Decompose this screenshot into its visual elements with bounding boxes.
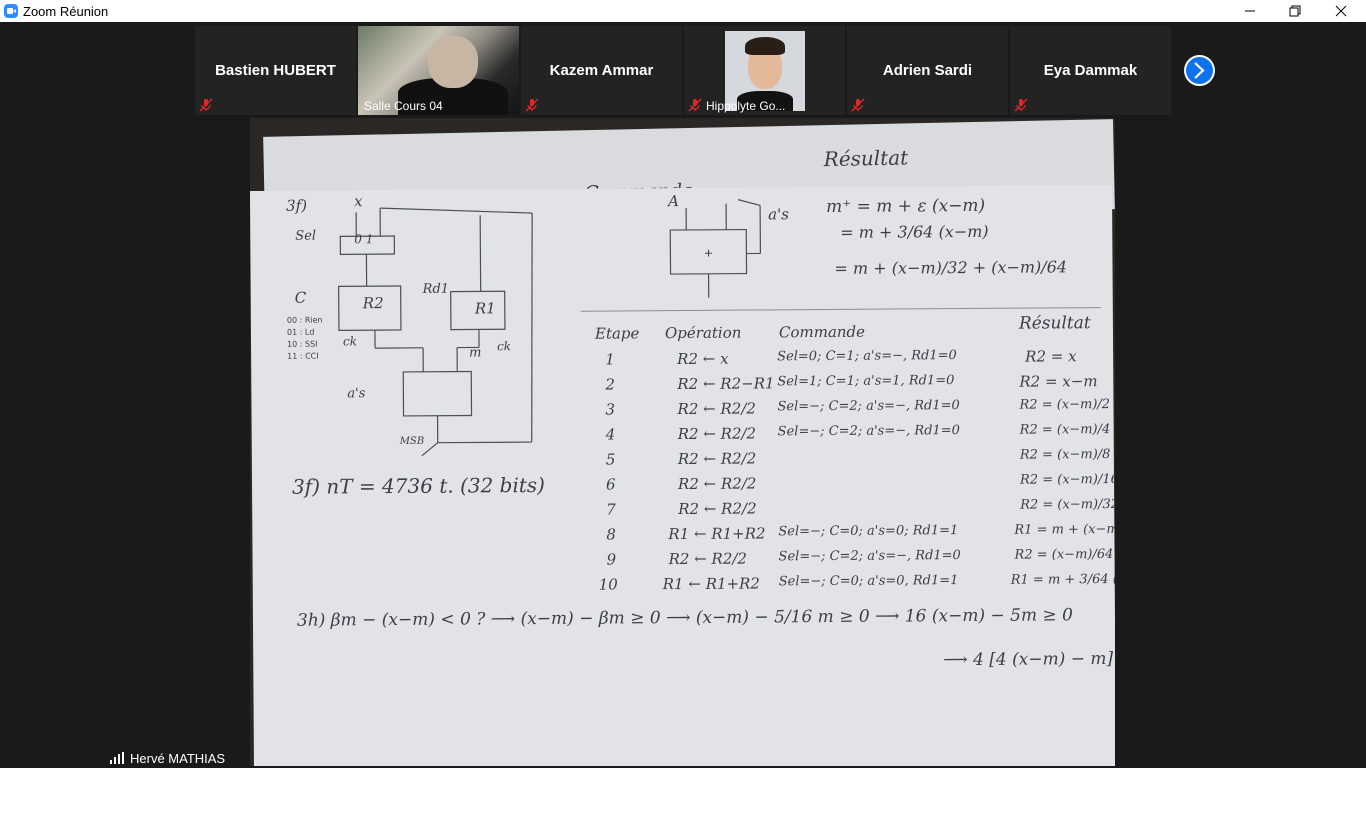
note-ck2: ck [497,339,512,354]
muted-mic-icon [1014,98,1028,112]
note-r2: R2 [362,294,384,313]
note-c: C [294,288,307,307]
close-icon [1335,5,1347,17]
title-bar: Zoom Réunion [0,0,1366,22]
circuit-diagram [338,207,533,457]
note-formula3: = m + (x−m)/32 + (x−m)/64 [834,257,1068,278]
minimize-button[interactable] [1227,0,1273,22]
table-header-resultat: Résultat [1018,313,1091,334]
svg-text:+: + [704,245,712,261]
participant-tile[interactable]: Salle Cours 04 [358,26,519,115]
participant-tile[interactable]: Eya Dammak [1010,26,1171,115]
shared-screen: Commande Résultat [250,118,1115,766]
note-formula1: m⁺ = m + ε (x−m) [826,195,986,217]
note-q3f: 3f) [286,196,308,215]
restore-icon [1289,5,1301,17]
table-header-operation: Opération [664,323,742,343]
note-mux: 0 1 [354,232,374,247]
muted-mic-icon [525,98,539,112]
note-msb: MSB [399,435,425,447]
note-q3f-result: 3f) nT = 4736 t. (32 bits) [291,472,546,499]
note-adder-as: a's [768,205,789,224]
participant-name: Hippolyte Go... [706,99,786,113]
participant-name: Adrien Sardi [882,62,973,79]
muted-mic-icon [199,98,213,112]
chevron-right-icon [1194,62,1205,79]
minimize-icon [1245,10,1255,12]
participant-strip: Bastien HUBERT Salle Cours 04 Kazem Amma… [195,26,1215,115]
signal-strength-icon [110,752,124,764]
participant-tile[interactable]: Kazem Ammar [521,26,682,115]
participant-name: Eya Dammak [1043,62,1138,79]
note-as: a's [347,386,366,402]
note-ck: ck [342,334,358,349]
table-header-etape: Etape [594,324,640,343]
participant-name: Salle Cours 04 [364,99,443,113]
participant-tile[interactable]: Bastien HUBERT [195,26,356,115]
participant-tile[interactable]: Adrien Sardi [847,26,1008,115]
note-x: x [353,192,363,211]
table-header-commande: Commande [778,322,866,342]
participant-name: Bastien HUBERT [215,62,336,79]
note-m: m [469,345,482,361]
note-codes: 00 : Rien 01 : Ld 10 : SSI 11 : CCI [286,315,323,361]
next-page-button[interactable] [1184,55,1215,86]
note-adder-a: A [667,192,679,211]
note-r1: R1 [474,299,496,318]
meeting-area: Bastien HUBERT Salle Cours 04 Kazem Amma… [0,22,1366,768]
active-speaker-label: Hervé MATHIAS [105,748,231,768]
notes-paper: 3f) x Sel 0 1 C R2 R1 Rd1 ck ck m a's MS… [250,184,1115,766]
muted-mic-icon [851,98,865,112]
window-title: Zoom Réunion [23,4,109,19]
muted-mic-icon [688,98,702,112]
close-button[interactable] [1318,0,1364,22]
note-formula2: = m + 3/64 (x−m) [840,221,989,242]
zoom-app-icon [4,4,18,18]
note-sel: Sel [295,228,317,244]
active-speaker-name: Hervé MATHIAS [130,750,226,766]
participant-tile[interactable]: Hippolyte Go... [684,26,845,115]
note-rd1: Rd1 [422,281,450,297]
restore-button[interactable] [1272,0,1318,22]
participant-name: Kazem Ammar [549,62,654,79]
note-q3h: 3h) βm − (x−m) < 0 ? ⟶ (x−m) − βm ≥ 0 ⟶ … [296,605,1073,631]
note-q3h-line2: ⟶ 4 [4 (x−m) − m] − [943,648,1115,671]
note-top-resultat: Résultat [823,145,909,172]
